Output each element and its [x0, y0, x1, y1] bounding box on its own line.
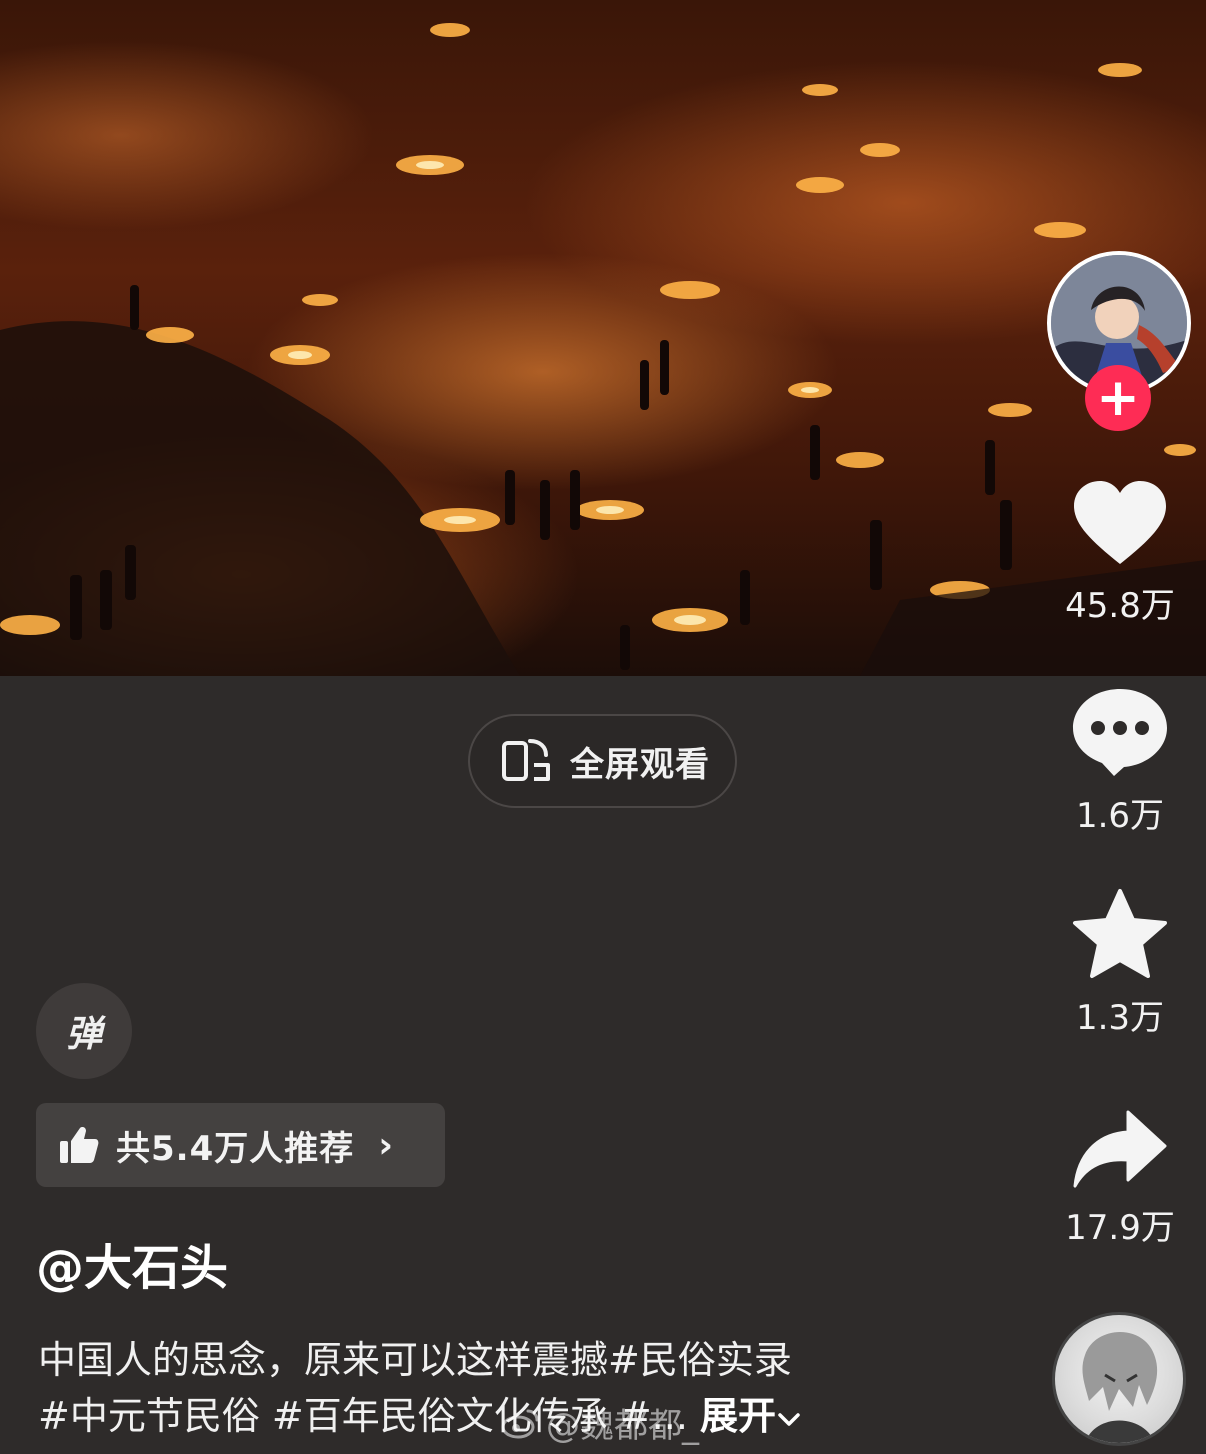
plus-icon: +: [1096, 368, 1140, 428]
music-disc[interactable]: [1052, 1312, 1186, 1446]
comment-bubble-icon: [1073, 689, 1167, 776]
comment-button[interactable]: 1.6万: [1050, 686, 1190, 837]
recommend-label: 共5.4万人推荐: [116, 1128, 355, 1169]
follow-button[interactable]: +: [1085, 365, 1151, 431]
danmaku-label: 弹: [65, 1014, 102, 1055]
watermark-text: @魏都都_: [546, 1406, 699, 1446]
share-button[interactable]: 17.9万: [1050, 1108, 1190, 1249]
author-name[interactable]: @大石头: [36, 1228, 228, 1298]
like-button[interactable]: 45.8万: [1050, 478, 1190, 627]
festival-fire-scene: [0, 23, 1206, 676]
favorite-count: 1.3万: [1075, 998, 1165, 1038]
expand-label: 展开: [700, 1394, 777, 1438]
expand-button[interactable]: 展开: [700, 1394, 802, 1438]
video-player[interactable]: [0, 0, 1206, 676]
share-arrow-icon: [1073, 1110, 1167, 1188]
chevron-down-icon: [778, 1412, 800, 1426]
fullscreen-rotate-icon: [502, 739, 550, 781]
heart-icon: [1074, 481, 1166, 564]
weibo-watermark: @魏都都_: [500, 1398, 699, 1447]
comment-count: 1.6万: [1075, 796, 1165, 836]
fullscreen-label: 全屏观看: [570, 744, 710, 785]
star-icon: [1073, 889, 1167, 978]
chevron-right-icon: ›: [378, 1124, 394, 1166]
music-cover-illustration: [1082, 1332, 1158, 1443]
weibo-logo-icon: [501, 1409, 539, 1438]
danmaku-toggle[interactable]: 弹: [36, 983, 132, 1079]
author-avatar-group[interactable]: +: [1047, 251, 1191, 431]
thumbs-up-icon: [60, 1127, 99, 1163]
video-feed-screen: + 45.8万 1.6万 1.3万 17.9万 全屏观看 弹 共5.4万人推荐 …: [0, 0, 1206, 1454]
like-count: 45.8万: [1065, 586, 1175, 626]
share-count: 17.9万: [1065, 1208, 1175, 1248]
fullscreen-button[interactable]: 全屏观看: [468, 714, 737, 808]
recommend-bar[interactable]: 共5.4万人推荐 ›: [36, 1103, 445, 1187]
caption-line-1: 中国人的思念，原来可以这样震撼#民俗实录: [38, 1338, 792, 1382]
favorite-button[interactable]: 1.3万: [1050, 888, 1190, 1039]
